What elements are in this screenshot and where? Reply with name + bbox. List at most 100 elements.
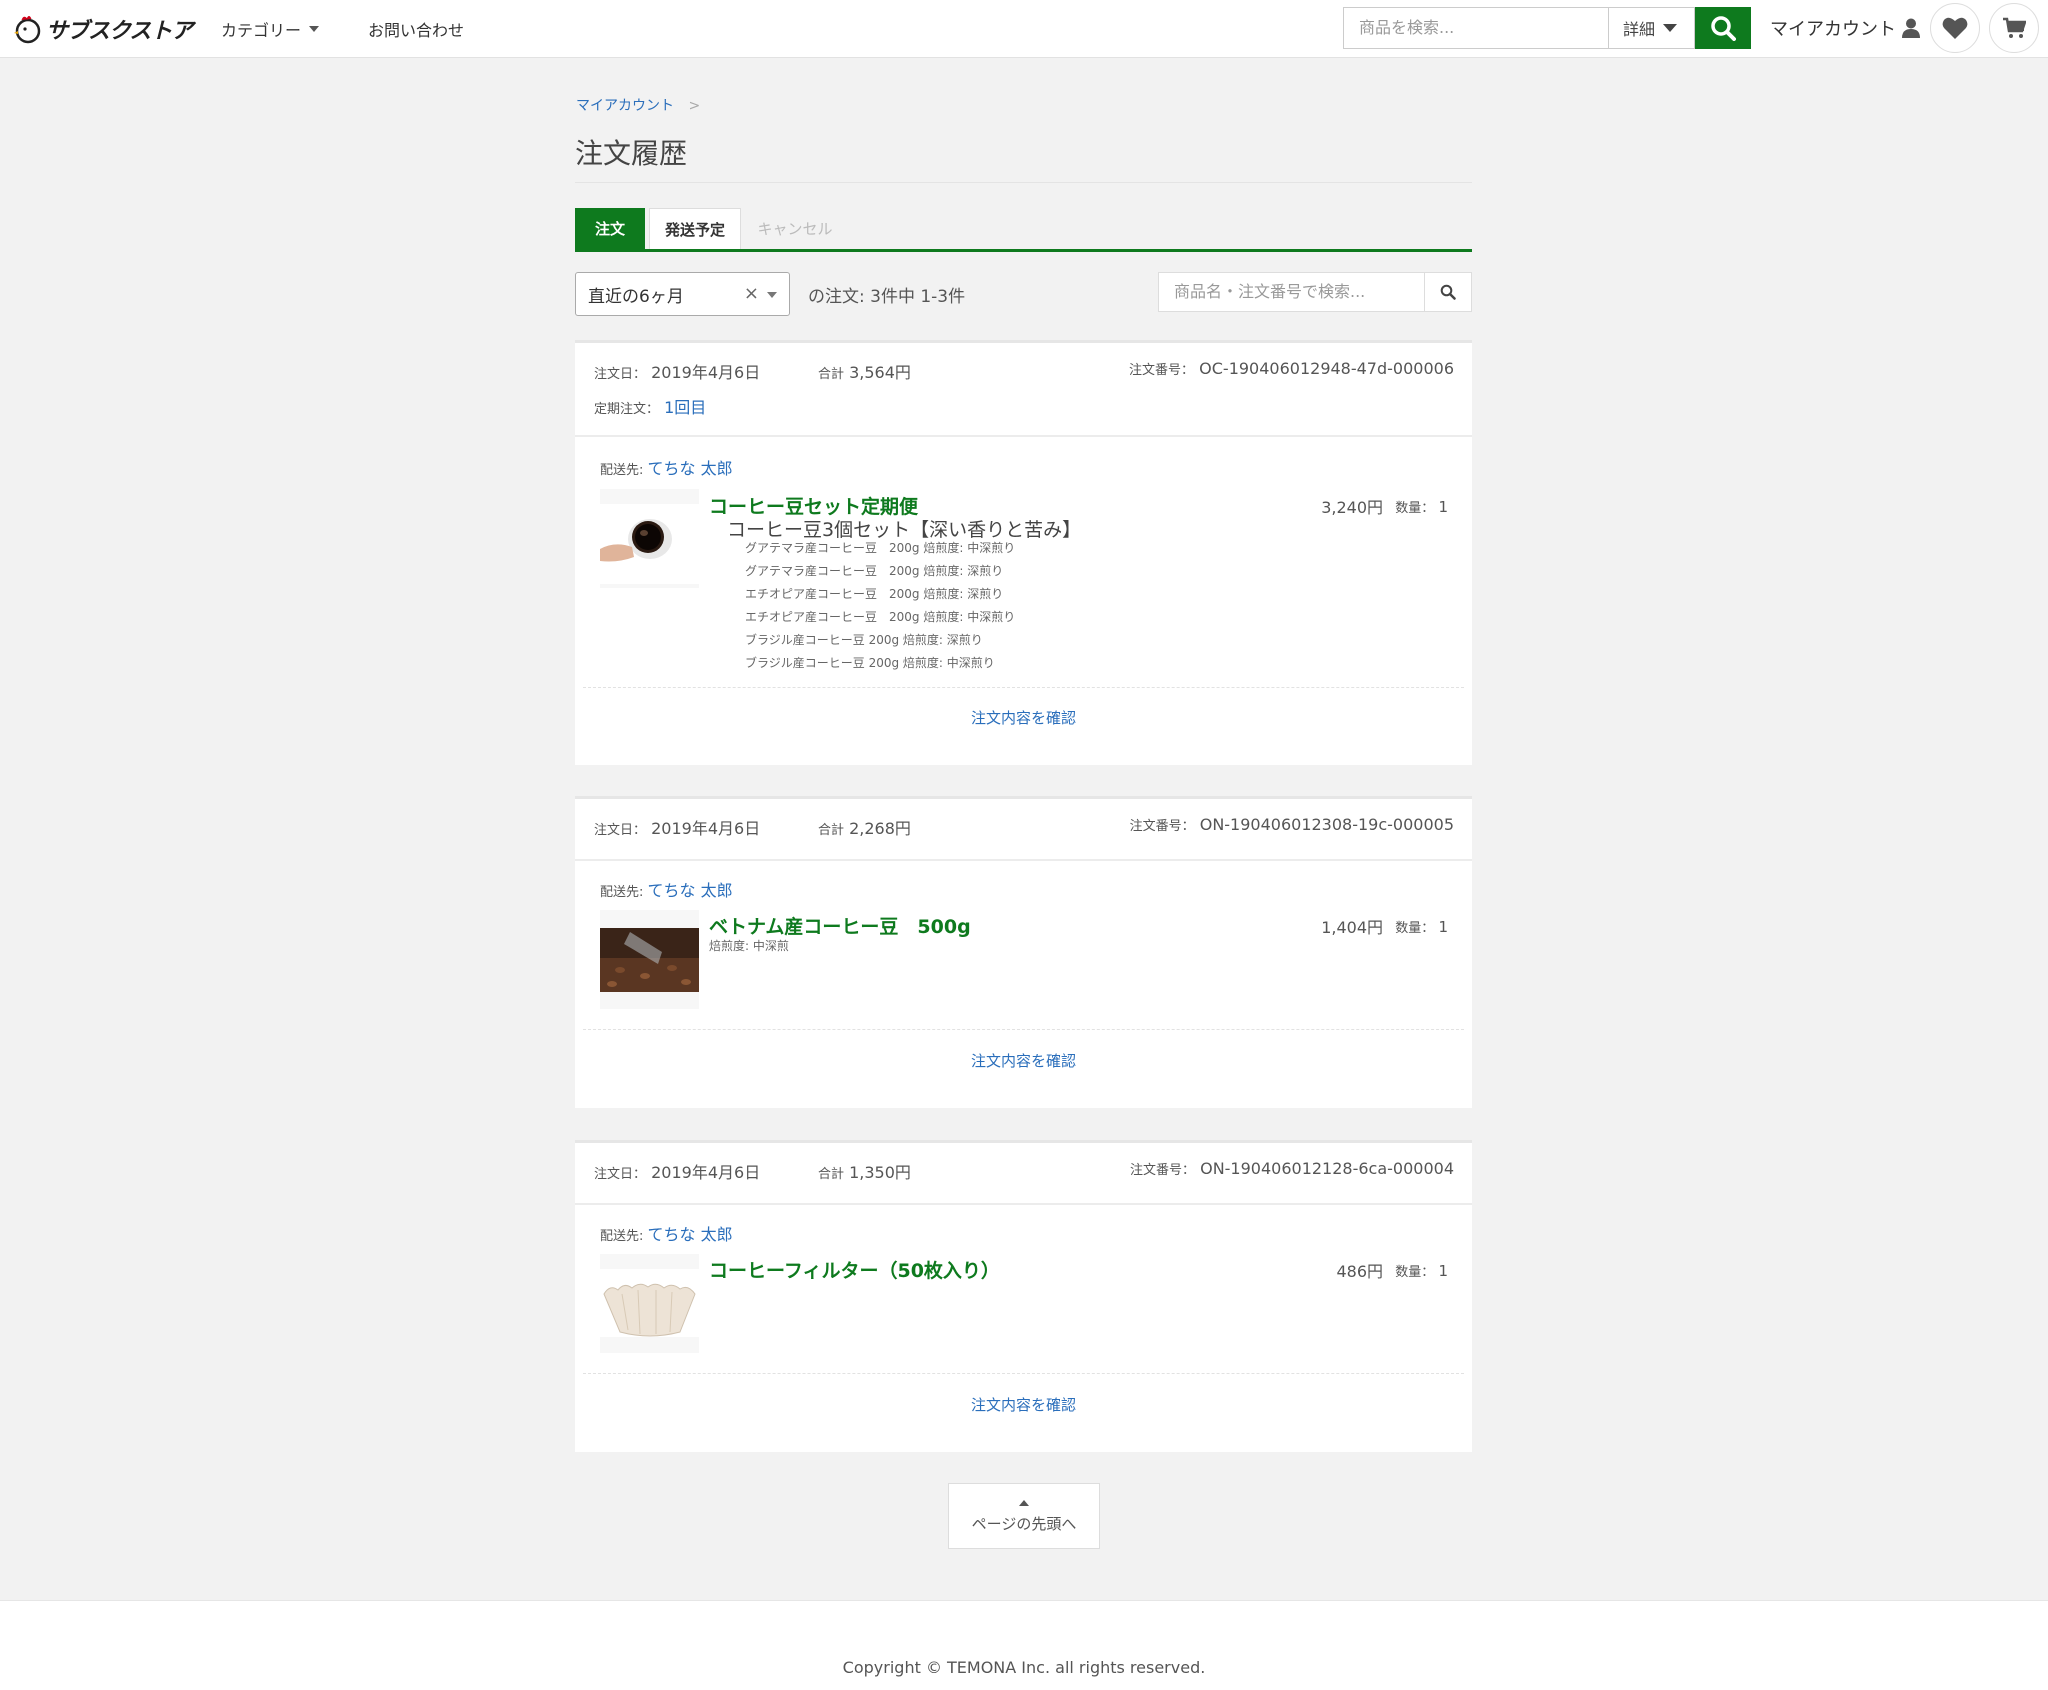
order-total-value: 2,268円 bbox=[849, 819, 911, 838]
category-label: カテゴリー bbox=[221, 21, 302, 40]
quantity-label: 数量： bbox=[1395, 1265, 1435, 1280]
order-tabs: 注文 発送予定 キャンセル bbox=[575, 208, 1472, 252]
view-order-details-link[interactable]: 注文内容を確認 bbox=[575, 1050, 1472, 1071]
breadcrumb-separator: > bbox=[688, 98, 701, 114]
chevron-down-icon bbox=[1663, 24, 1678, 32]
site-header: サブスクストア カテゴリー お問い合わせ 商品を検索... 詳細 マイアカウント bbox=[0, 0, 2048, 58]
page-title: 注文履歴 bbox=[575, 137, 688, 170]
quantity-label: 数量： bbox=[1395, 501, 1435, 516]
breadcrumb: マイアカウント > bbox=[576, 95, 700, 115]
order-number-label: 注文番号： bbox=[1129, 363, 1195, 378]
order-total: 合計 3,564円 bbox=[818, 359, 911, 383]
product-option: エチオピア産コーヒー豆 200g 焙煎度: 中深煎り bbox=[745, 610, 1016, 624]
divider bbox=[583, 1029, 1464, 1030]
coffee-filter-image bbox=[600, 1254, 699, 1353]
order-date-label: 注文日： bbox=[594, 1167, 647, 1182]
favorites-button[interactable] bbox=[1930, 3, 1980, 53]
order-number-value: ON-190406012308-19c-000005 bbox=[1199, 815, 1454, 834]
search-button[interactable] bbox=[1695, 7, 1751, 49]
order-date: 注文日： 2019年4月6日 bbox=[594, 1159, 760, 1183]
order-card: 注文日： 2019年4月6日 合計 2,268円 注文番号： ON-190406… bbox=[575, 796, 1472, 1108]
ship-to: 配送先: てちな 太郎 bbox=[600, 455, 733, 479]
breadcrumb-my-account[interactable]: マイアカウント bbox=[576, 98, 674, 114]
ship-to-name-link[interactable]: てちな 太郎 bbox=[648, 459, 733, 478]
view-order-details-link[interactable]: 注文内容を確認 bbox=[575, 707, 1472, 728]
product-image-coffee-set[interactable] bbox=[600, 489, 699, 588]
product-options: グアテマラ産コーヒー豆 200g 焙煎度: 中深煎り グアテマラ産コーヒー豆 2… bbox=[745, 537, 1015, 675]
product-image-vietnam-beans[interactable] bbox=[600, 910, 699, 1009]
subscription-count-link[interactable]: 1回目 bbox=[664, 398, 706, 417]
account-label: マイアカウント bbox=[1770, 19, 1896, 40]
order-number: 注文番号： OC-190406012948-47d-000006 bbox=[1129, 359, 1454, 378]
product-option: エチオピア産コーヒー豆 200g 焙煎度: 深煎り bbox=[745, 587, 1004, 601]
product-option: グアテマラ産コーヒー豆 200g 焙煎度: 中深煎り bbox=[745, 541, 1016, 555]
site-footer: Copyright © TEMONA Inc. all rights reser… bbox=[0, 1600, 2048, 1690]
quantity-value: 1 bbox=[1438, 498, 1448, 516]
period-filter-value: 直近の6ヶ月 bbox=[588, 286, 684, 307]
order-card: 注文日： 2019年4月6日 合計 1,350円 注文番号： ON-190406… bbox=[575, 1140, 1472, 1452]
ship-to: 配送先: てちな 太郎 bbox=[600, 877, 733, 901]
title-divider bbox=[575, 182, 1472, 183]
order-search-input[interactable]: 商品名・注文番号で検索... bbox=[1158, 272, 1425, 312]
order-date-value: 2019年4月6日 bbox=[651, 819, 761, 838]
divider bbox=[583, 687, 1464, 688]
quantity-value: 1 bbox=[1438, 918, 1448, 936]
contact-link[interactable]: お問い合わせ bbox=[368, 17, 464, 41]
category-menu[interactable]: カテゴリー bbox=[221, 17, 320, 41]
ship-to-label: 配送先: bbox=[600, 885, 644, 900]
product-option: グアテマラ産コーヒー豆 200g 焙煎度: 深煎り bbox=[745, 564, 1004, 578]
my-account-link[interactable]: マイアカウント bbox=[1770, 15, 1920, 41]
order-number-label: 注文番号： bbox=[1129, 819, 1195, 834]
product-image-coffee-filter[interactable] bbox=[600, 1254, 699, 1353]
ship-to-name-link[interactable]: てちな 太郎 bbox=[648, 1225, 733, 1244]
tab-scheduled-shipments[interactable]: 発送予定 bbox=[649, 208, 741, 249]
order-total-label: 合計 bbox=[818, 823, 845, 838]
ship-to-name-link[interactable]: てちな 太郎 bbox=[648, 881, 733, 900]
product-quantity: 数量： 1 bbox=[1395, 497, 1448, 516]
divider bbox=[583, 1373, 1464, 1374]
copyright-text: Copyright © TEMONA Inc. all rights reser… bbox=[842, 1658, 1206, 1677]
order-total-value: 1,350円 bbox=[849, 1163, 911, 1182]
order-date-label: 注文日： bbox=[594, 367, 647, 382]
order-search-button[interactable] bbox=[1425, 272, 1472, 312]
quantity-label: 数量： bbox=[1395, 921, 1435, 936]
product-name-link[interactable]: ベトナム産コーヒー豆 500g bbox=[709, 912, 971, 939]
order-date: 注文日： 2019年4月6日 bbox=[594, 359, 760, 383]
user-icon bbox=[1902, 18, 1920, 38]
order-card-header: 注文日： 2019年4月6日 合計 1,350円 注文番号： ON-190406… bbox=[575, 1143, 1472, 1205]
advanced-search-dropdown[interactable]: 詳細 bbox=[1609, 7, 1695, 49]
order-number-label: 注文番号： bbox=[1129, 1163, 1195, 1178]
product-name-link[interactable]: コーヒーフィルター（50枚入り） bbox=[709, 1256, 1000, 1283]
order-date: 注文日： 2019年4月6日 bbox=[594, 815, 760, 839]
contact-label: お問い合わせ bbox=[368, 21, 465, 40]
product-price: 1,404円 bbox=[1321, 918, 1383, 937]
order-card: 注文日： 2019年4月6日 合計 3,564円 注文番号： OC-190406… bbox=[575, 340, 1472, 765]
view-order-details-link[interactable]: 注文内容を確認 bbox=[575, 1394, 1472, 1415]
period-filter-select[interactable]: 直近の6ヶ月 × bbox=[575, 272, 790, 316]
cart-button[interactable] bbox=[1989, 3, 2039, 53]
order-card-header: 注文日： 2019年4月6日 合計 2,268円 注文番号： ON-190406… bbox=[575, 799, 1472, 861]
order-count-text: の注文: 3件中 1-3件 bbox=[808, 287, 966, 307]
store-logo[interactable]: サブスクストア bbox=[14, 12, 193, 46]
product-search-input[interactable]: 商品を検索... bbox=[1343, 7, 1609, 49]
heart-icon bbox=[1942, 17, 1968, 39]
logo-text: サブスクストア bbox=[46, 19, 193, 44]
back-to-top-button[interactable]: ページの先頭へ bbox=[948, 1483, 1100, 1549]
product-price: 486円 bbox=[1336, 1262, 1383, 1281]
chevron-down-icon bbox=[309, 26, 320, 32]
tab-orders[interactable]: 注文 bbox=[575, 208, 645, 249]
subscription-info: 定期注文： 1回目 bbox=[594, 394, 706, 418]
search-icon bbox=[1440, 284, 1456, 300]
order-number-value: ON-190406012128-6ca-000004 bbox=[1200, 1159, 1454, 1178]
order-number-value: OC-190406012948-47d-000006 bbox=[1199, 359, 1454, 378]
order-date-value: 2019年4月6日 bbox=[651, 363, 761, 382]
search-icon bbox=[1711, 16, 1736, 41]
tab-cancelled[interactable]: キャンセル bbox=[745, 208, 845, 249]
order-card-header: 注文日： 2019年4月6日 合計 3,564円 注文番号： OC-190406… bbox=[575, 343, 1472, 437]
order-date-value: 2019年4月6日 bbox=[651, 1163, 761, 1182]
coffee-beans-image bbox=[600, 910, 699, 1009]
product-quantity: 数量： 1 bbox=[1395, 917, 1448, 936]
clear-filter-icon[interactable]: × bbox=[744, 283, 759, 304]
order-number: 注文番号： ON-190406012128-6ca-000004 bbox=[1130, 1159, 1454, 1178]
subscription-label: 定期注文： bbox=[594, 402, 660, 417]
